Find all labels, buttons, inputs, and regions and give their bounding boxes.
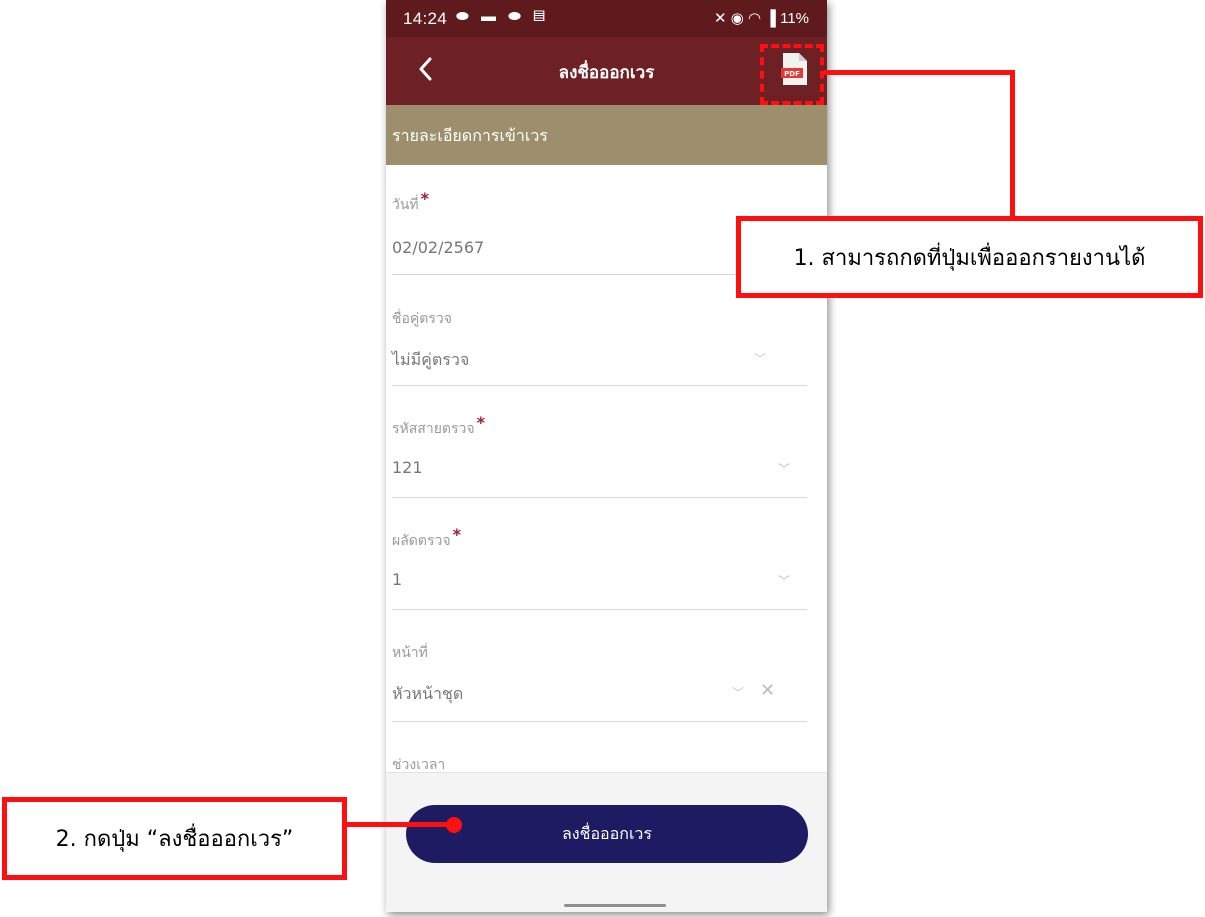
bottom-action-bar: ลงชื่อออกเวร [386,772,827,912]
date-value: 02/02/2567 [392,238,485,257]
callout-1: 1. สามารถกดที่ปุ่มเพื่อออกรายงานได้ [736,216,1203,298]
home-indicator [564,904,666,907]
partner-value: ไม่มีคู่ตรวจ [392,350,470,369]
status-time: 14:24 [403,9,448,28]
shift-label: ผลัดตรวจ [392,533,451,549]
date-label: วันที่ [392,197,419,213]
required-mark: * [420,189,430,208]
shift-select[interactable]: ผลัดตรวจ * 1 ﹀ [386,522,827,614]
chevron-down-icon: ﹀ [778,462,791,476]
pdf-button-highlight [760,44,824,105]
partner-label: ชื่อคู่ตรวจ [392,311,452,327]
notification-icons: ⬬ ▬ ⬬ ▤ [456,8,550,25]
field-underline [392,385,807,386]
field-underline [392,497,807,498]
field-underline [392,721,807,722]
section-header: รายละเอียดการเข้าเวร [386,105,827,165]
duty-label: หน้าที่ [392,645,428,661]
connector-dot [446,817,462,833]
required-mark: * [452,525,461,544]
chevron-down-icon: ﹀ [732,686,745,700]
section-title: รายละเอียดการเข้าเวร [392,126,548,145]
connector-line [1010,70,1015,218]
chevron-down-icon: ﹀ [754,352,767,366]
status-bar: 14:24 ⬬ ▬ ⬬ ▤ ✕ ◉ ◠ ▐ 11% [386,0,827,37]
system-status-icons: ✕ ◉ ◠ ▐ 11% [714,10,809,27]
connector-line [824,70,1015,75]
field-underline [392,609,807,610]
duty-select[interactable]: หน้าที่ หัวหน้าชุด ﹀ ✕ [386,634,827,726]
sign-out-shift-button[interactable]: ลงชื่อออกเวร [406,805,808,863]
clear-icon[interactable]: ✕ [760,680,775,701]
phone-screen: 14:24 ⬬ ▬ ⬬ ▤ ✕ ◉ ◠ ▐ 11% ลงชื่อออกเวร P… [386,0,827,912]
partner-select[interactable]: ชื่อคู่ตรวจ ไม่มีคู่ตรวจ ﹀ [386,300,827,390]
route-code-select[interactable]: รหัสสายตรวจ * 121 ﹀ [386,410,827,502]
shift-value: 1 [392,570,403,589]
time-range-label: ช่วงเวลา [392,757,446,772]
connector-line [347,822,453,827]
time-range-field[interactable]: ช่วงเวลา [386,746,827,772]
callout-2: 2. กดปุ่ม “ลงชื่อออกเวร” [2,797,347,880]
route-code-value: 121 [392,458,423,477]
route-code-label: รหัสสายตรวจ [392,421,475,437]
chevron-down-icon: ﹀ [778,574,791,588]
required-mark: * [476,413,485,432]
duty-value: หัวหน้าชุด [392,684,464,703]
